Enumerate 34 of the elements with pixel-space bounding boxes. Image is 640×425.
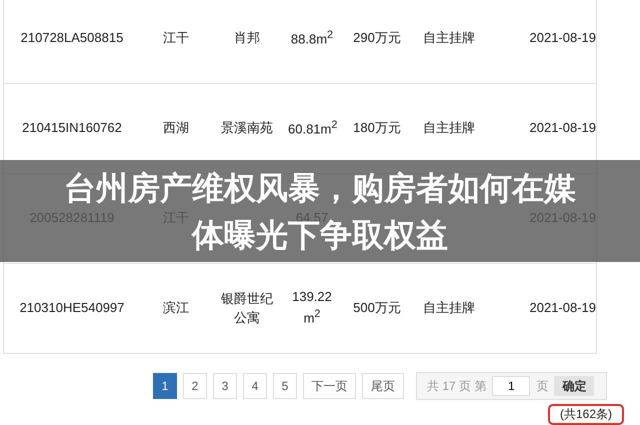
listing-type-cell-text: 自主挂牌 — [423, 119, 475, 138]
page-suffix-label: 页 — [536, 378, 548, 394]
page-button[interactable]: 2 — [183, 373, 207, 399]
community-cell-text: 银爵世纪公寓 — [220, 290, 274, 326]
listing-type-cell-text: 自主挂牌 — [423, 299, 475, 318]
district-cell-text: 滨江 — [163, 299, 189, 318]
page-button[interactable]: 1 — [153, 373, 177, 399]
district-cell-text: 江干 — [163, 29, 189, 48]
date-cell-text: 2021-08-19 — [530, 119, 596, 138]
total-count: (共162条) — [548, 404, 624, 425]
listing-type-cell-text: 自主挂牌 — [423, 29, 475, 48]
community-cell-text: 景溪南苑 — [221, 119, 273, 138]
price-cell-text: 290万元 — [353, 29, 401, 48]
date-cell-text: 2021-08-19 — [530, 29, 596, 48]
page-button[interactable]: 5 — [273, 373, 297, 399]
area-cell-text: 88.8m$^{2}$ — [290, 28, 334, 48]
next-page-button[interactable]: 下一页 — [303, 373, 356, 399]
page-input[interactable]: 1 — [492, 376, 530, 396]
headline-line: 台州房产维权风暴，购房者如何在媒 — [64, 172, 576, 202]
date-cell-text: 2021-08-19 — [530, 299, 596, 318]
area-cell-text: 60.81m$^{2}$ — [288, 118, 338, 138]
listing-id-cell-text: 210310HE540997 — [20, 299, 124, 318]
area-cell-text: 139.22 m$^{2}$ — [291, 288, 333, 328]
total-pages-label: 共 17 页 第 — [427, 378, 486, 394]
listing-id-cell-text: 210728LA508815 — [20, 29, 124, 48]
district-cell-text: 西湖 — [163, 119, 189, 138]
price-cell-text: 180万元 — [353, 119, 401, 138]
listing-id-cell-text: 210415IN160762 — [22, 119, 122, 138]
price-cell-text: 500万元 — [353, 299, 401, 318]
confirm-button[interactable]: 确定 — [554, 376, 594, 396]
community-cell-text: 肖邦 — [234, 29, 260, 48]
last-page-button[interactable]: 尾页 — [362, 373, 404, 399]
page-button[interactable]: 3 — [213, 373, 237, 399]
page-button[interactable]: 4 — [243, 373, 267, 399]
